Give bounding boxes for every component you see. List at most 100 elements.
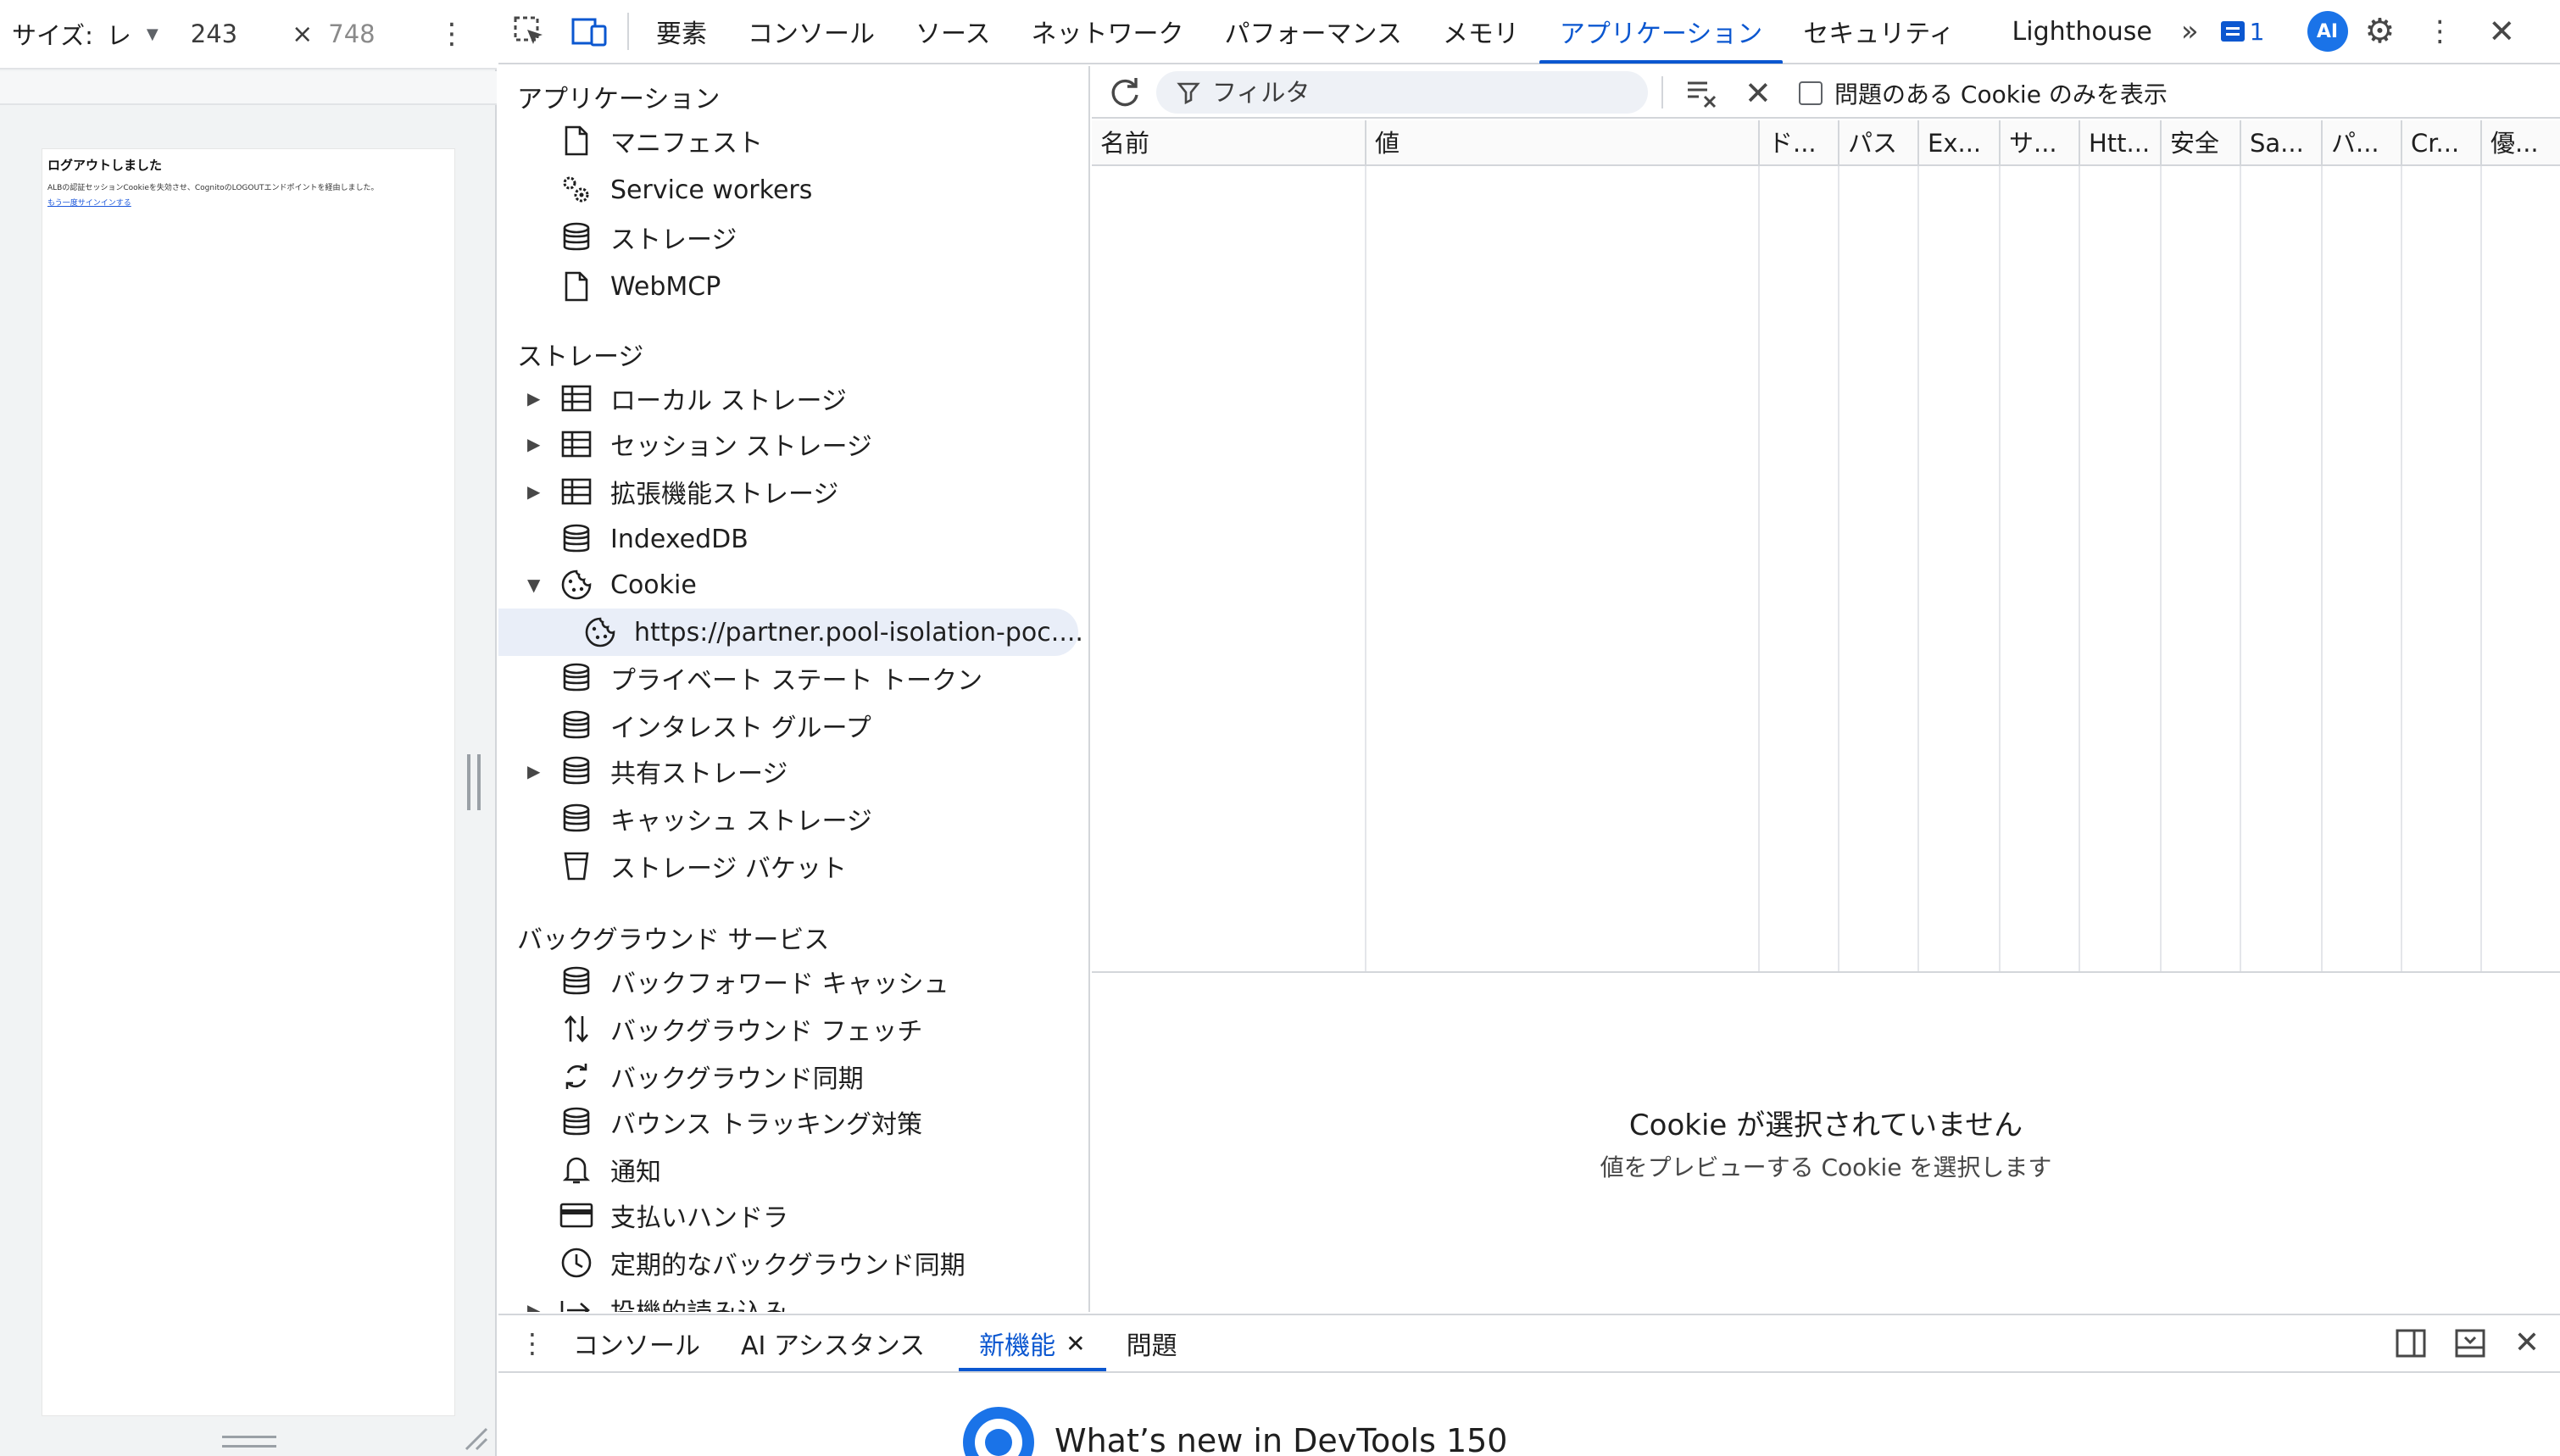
sidebar-item-periodic-sync[interactable]: 定期的なバックグラウンド同期	[498, 1239, 1088, 1287]
device-toolbar-icon[interactable]	[559, 0, 621, 64]
sidebar-item-background-fetch[interactable]: バックグラウンド フェッチ	[498, 1005, 1088, 1053]
column-header-cross-site[interactable]: Cr...	[2401, 120, 2480, 166]
more-tabs-icon[interactable]: »	[2181, 14, 2199, 48]
column-header-value[interactable]: 値	[1365, 120, 1758, 166]
section-background-services: バックグラウンド サービス	[517, 925, 830, 955]
sidebar-item-extension-storage[interactable]: ▶ 拡張機能ストレージ	[498, 468, 1088, 515]
expand-arrow-icon[interactable]: ▶	[527, 481, 540, 502]
height-input[interactable]: 748	[328, 19, 375, 48]
expand-arrow-icon[interactable]: ▶	[527, 388, 540, 408]
tab-elements[interactable]: 要素	[636, 0, 727, 64]
column-header-secure[interactable]: 安全	[2160, 120, 2240, 166]
issues-only-checkbox[interactable]	[1799, 81, 1823, 105]
dock-bottom-icon[interactable]	[2455, 1329, 2485, 1358]
sidebar-item-manifest[interactable]: マニフェスト	[498, 117, 1088, 164]
table-icon	[559, 427, 593, 461]
column-header-size[interactable]: サ...	[1999, 120, 2079, 166]
database-icon	[559, 661, 593, 695]
table-icon	[559, 475, 593, 508]
sidebar-item-indexeddb[interactable]: IndexedDB	[498, 515, 1088, 563]
sidebar-item-cache-storage[interactable]: キャッシュ ストレージ	[498, 795, 1088, 842]
tab-application[interactable]: アプリケーション	[1539, 0, 1784, 64]
column-header-samesite[interactable]: Sa...	[2240, 120, 2321, 166]
issues-only-checkbox-row[interactable]: 問題のある Cookie のみを表示	[1799, 76, 2168, 110]
column-divider	[1838, 166, 1839, 971]
sidebar-item-cookie[interactable]: ▼ Cookie	[498, 561, 1088, 609]
expand-arrow-icon[interactable]: ▶	[527, 434, 540, 454]
sidebar-item-interest-groups[interactable]: インタレスト グループ	[498, 702, 1088, 749]
clear-all-cookies-icon[interactable]: ✕	[1745, 75, 1772, 112]
drawer-tab-label: 新機能	[979, 1331, 1056, 1361]
more-vert-icon[interactable]: ⋮	[2425, 14, 2454, 48]
pane-splitter-grip[interactable]	[467, 754, 481, 810]
column-header-path[interactable]: パス	[1838, 120, 1917, 166]
column-header-domain[interactable]: ド...	[1758, 120, 1838, 166]
cookie-preview-pane: Cookie が選択されていません 値をプレビューする Cookie を選択しま…	[1092, 975, 2560, 1312]
expand-arrow-icon[interactable]: ▶	[527, 1300, 540, 1312]
sidebar-item-storage-buckets[interactable]: ストレージ バケット	[498, 842, 1088, 890]
viewport-bottom-resize-handle[interactable]	[222, 1436, 276, 1448]
sidebar-item-session-storage[interactable]: ▶ セッション ストレージ	[498, 420, 1088, 468]
sidebar-item-local-storage[interactable]: ▶ ローカル ストレージ	[498, 375, 1088, 422]
sidebar-item-cookie-origin[interactable]: https://partner.pool-isolation-poc....	[498, 609, 1088, 656]
sidebar-item-speculative-loads[interactable]: ▶ 投機的読み込み	[498, 1287, 1088, 1312]
responsive-select[interactable]: レ	[107, 16, 131, 52]
sidebar-item-shared-storage[interactable]: ▶ 共有ストレージ	[498, 747, 1088, 795]
filter-input[interactable]	[1212, 78, 1619, 107]
gear-icon[interactable]: ⚙	[2365, 12, 2396, 51]
refresh-icon[interactable]	[1107, 75, 1143, 110]
sidebar-item-background-sync[interactable]: バックグラウンド同期	[498, 1053, 1088, 1100]
more-vert-icon[interactable]: ⋮	[437, 17, 466, 51]
sidebar-item-label: 定期的なバックグラウンド同期	[610, 1251, 966, 1281]
width-input[interactable]: 243	[191, 19, 237, 48]
dimension-separator: ×	[292, 19, 314, 49]
close-drawer-icon[interactable]: ✕	[2514, 1325, 2540, 1360]
column-header-priority[interactable]: 優...	[2480, 120, 2560, 166]
sidebar-item-notifications[interactable]: 通知	[498, 1146, 1088, 1193]
drawer-tab-ai-assistance[interactable]: AI アシスタンス	[721, 1315, 945, 1371]
sidebar-item-label: マニフェスト	[610, 129, 763, 158]
dock-side-icon[interactable]	[2396, 1329, 2426, 1358]
tab-memory[interactable]: メモリ	[1422, 0, 1539, 64]
sidebar-item-bfcache[interactable]: バックフォワード キャッシュ	[498, 958, 1088, 1005]
chevron-down-icon[interactable]: ▼	[147, 25, 159, 43]
signin-again-link[interactable]: もう一度サインインする	[47, 197, 454, 208]
sidebar-item-bounce-tracking[interactable]: バウンス トラッキング対策	[498, 1098, 1088, 1146]
inspect-element-icon[interactable]	[498, 0, 559, 64]
database-icon	[559, 1105, 593, 1139]
issues-counter[interactable]: 1	[2220, 18, 2265, 46]
tab-sources[interactable]: ソース	[895, 0, 1011, 64]
ai-assistance-button[interactable]: AI	[2307, 11, 2348, 52]
drawer-tab-whats-new[interactable]: 新機能 ✕	[959, 1315, 1107, 1371]
sidebar-item-label: 通知	[610, 1158, 661, 1187]
drawer-tab-console[interactable]: コンソール	[553, 1315, 721, 1371]
tab-security[interactable]: セキュリティ	[1783, 0, 1974, 64]
sidebar-item-payment-handler[interactable]: 支払いハンドラ	[498, 1192, 1088, 1239]
more-vert-icon[interactable]: ⋮	[519, 1327, 553, 1359]
table-header: 名前 値 ド... パス Ex... サ... Htt... 安全 Sa... …	[1092, 120, 2560, 166]
sidebar-item-storage[interactable]: ストレージ	[498, 214, 1088, 261]
column-header-expires[interactable]: Ex...	[1917, 120, 1999, 166]
cookie-icon	[583, 615, 617, 649]
document-icon	[559, 270, 593, 303]
column-header-name[interactable]: 名前	[1092, 120, 1372, 166]
clear-filtered-cookies-icon[interactable]	[1685, 76, 1719, 110]
close-icon[interactable]: ✕	[1066, 1330, 1085, 1358]
expand-arrow-icon[interactable]: ▶	[527, 761, 540, 781]
tab-network[interactable]: ネットワーク	[1011, 0, 1205, 64]
sidebar-item-webmcp[interactable]: WebMCP	[498, 263, 1088, 310]
tab-performance[interactable]: パフォーマンス	[1205, 0, 1422, 64]
sidebar-item-service-workers[interactable]: Service workers	[498, 166, 1088, 214]
sidebar-item-private-state-tokens[interactable]: プライベート ステート トークン	[498, 654, 1088, 702]
tab-console[interactable]: コンソール	[727, 0, 895, 64]
column-header-httponly[interactable]: Htt...	[2079, 120, 2160, 166]
sidebar-item-label: ローカル ストレージ	[610, 386, 847, 416]
filter-field[interactable]	[1156, 71, 1648, 114]
column-header-partition-key[interactable]: パ...	[2321, 120, 2401, 166]
drawer-tab-issues[interactable]: 問題	[1106, 1315, 1198, 1371]
tab-lighthouse[interactable]: Lighthouse	[1992, 0, 2173, 64]
resize-corner-icon[interactable]	[463, 1425, 488, 1451]
collapse-arrow-icon[interactable]: ▼	[527, 575, 540, 595]
database-icon	[559, 754, 593, 788]
close-devtools-button[interactable]: ✕	[2488, 13, 2515, 50]
